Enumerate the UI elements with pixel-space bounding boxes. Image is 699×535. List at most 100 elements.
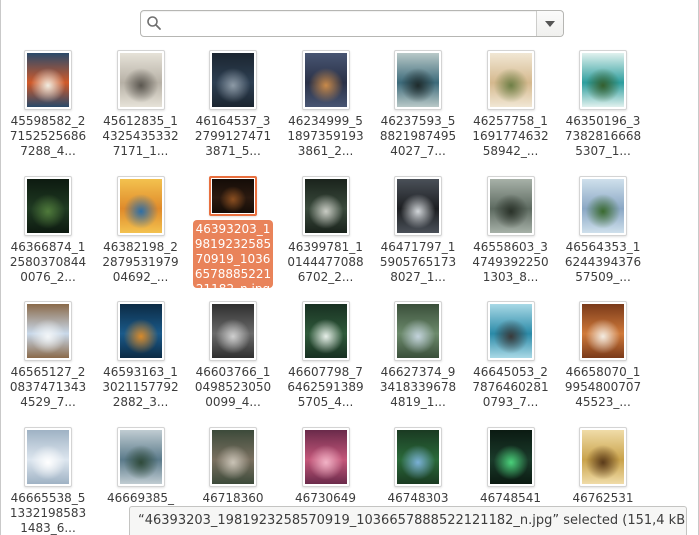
file-thumbnail (116, 175, 165, 236)
chevron-down-icon (545, 20, 555, 27)
search-dropdown-button[interactable] (536, 11, 563, 36)
file-item[interactable]: 46393203_1981923258570919_10366578885221… (188, 170, 278, 288)
file-name-label: 46366874_125803708440076_2... (9, 239, 87, 284)
file-thumbnail (116, 426, 165, 487)
thumbnail-image (212, 178, 254, 214)
file-item[interactable]: 46164537_327991274713871_5... (188, 44, 278, 162)
file-name-label: 46593163_130211577922882_3... (102, 365, 179, 409)
file-item[interactable]: 46558603_347493922501303_8... (466, 170, 556, 288)
file-item[interactable]: 46399781_101444770886702_2... (281, 170, 371, 288)
thumbnail-image (582, 178, 624, 233)
thumbnail-image (119, 178, 162, 233)
file-name-label: 46565127_208374713434529_7... (9, 365, 87, 409)
file-item[interactable]: 46366874_125803708440076_2... (3, 170, 93, 288)
file-item[interactable]: 46645053_278764602810793_7... (466, 295, 556, 413)
file-item[interactable]: 46627374_934183396784819_1... (373, 295, 463, 413)
thumbnail-image (582, 53, 624, 107)
file-item[interactable]: 46564353_1624439437657509_... (558, 170, 648, 288)
file-thumbnail (486, 50, 535, 110)
file-thumbnail (486, 426, 535, 487)
file-name-label: 46603766_104985230500099_4... (194, 365, 272, 409)
file-chooser-window: 45598582_271525256867288_4... 45612835_14… (0, 0, 699, 535)
file-thumbnail (301, 426, 350, 487)
file-name-label: 46350196_373828166685307_1... (564, 114, 642, 158)
file-thumbnail (394, 301, 442, 361)
thumbnail-image (212, 429, 254, 484)
selection-status-text: “46393203_1981923258570919_1036657888522… (138, 513, 687, 528)
file-name-label: 46607798_764625913895705_4... (287, 365, 364, 409)
file-name-label: 46257758_1169177463258942_... (472, 114, 549, 158)
file-thumbnail (394, 426, 442, 487)
file-name-label: 46237593_588219874954027_7... (379, 114, 457, 158)
thumbnail-image (489, 429, 532, 484)
thumbnail-image (582, 304, 624, 358)
file-thumbnail (116, 301, 165, 361)
file-item[interactable]: 45598582_271525256867288_4... (3, 44, 93, 162)
thumbnail-image (119, 429, 162, 484)
file-item[interactable]: 46382198_2287953197904692_... (96, 170, 186, 288)
file-thumbnail (579, 175, 627, 236)
selection-status-bar: “46393203_1981923258570919_1036657888522… (129, 506, 687, 535)
thumbnail-image (489, 53, 532, 107)
file-item[interactable]: 46665538_513321985831483_6... (3, 421, 93, 535)
file-thumbnail (579, 301, 627, 361)
file-name-label: 46645053_278764602810793_7... (472, 365, 549, 409)
file-item[interactable]: 46593163_130211577922882_3... (96, 295, 186, 413)
file-thumbnail (24, 301, 72, 361)
file-item[interactable]: 46658070_1995480070745523_... (558, 295, 648, 413)
thumbnail-image (27, 178, 69, 233)
file-thumbnail (394, 175, 442, 236)
file-item[interactable]: 46565127_208374713434529_7... (3, 295, 93, 413)
thumbnail-image (582, 429, 624, 484)
file-thumbnail (301, 50, 350, 110)
thumbnail-image (119, 304, 162, 358)
thumbnail-image (304, 304, 347, 358)
search-input[interactable] (167, 11, 537, 36)
thumbnail-image (489, 304, 532, 358)
file-name-label: 46164537_327991274713871_5... (194, 114, 272, 158)
file-thumbnail (301, 301, 350, 361)
file-thumbnail (116, 50, 165, 110)
file-item[interactable]: 46603766_104985230500099_4... (188, 295, 278, 413)
file-item[interactable]: 46234999_518973591933861_2... (281, 44, 371, 162)
file-name-label: 46564353_1624439437657509_... (564, 239, 642, 284)
file-thumbnail (486, 301, 535, 361)
file-name-label: 46558603_347493922501303_8... (472, 239, 549, 284)
file-name-label: 45598582_271525256867288_4... (9, 114, 87, 158)
thumbnail-image (304, 429, 347, 484)
file-item[interactable]: 46607798_764625913895705_4... (281, 295, 371, 413)
file-item[interactable]: 46471797_159057651738027_1... (373, 170, 463, 288)
thumbnail-image (212, 304, 254, 358)
file-name-label: 46382198_2287953197904692_... (102, 239, 179, 284)
file-icon-grid: 45598582_271525256867288_4... 45612835_14… (1, 44, 698, 535)
file-name-label: 46627374_934183396784819_1... (379, 365, 457, 409)
file-thumbnail (394, 50, 442, 110)
thumbnail-image (27, 429, 69, 484)
file-name-label: 45612835_143254353327171_1... (102, 114, 179, 158)
thumbnail-image (397, 53, 439, 107)
file-item[interactable]: 46350196_373828166685307_1... (558, 44, 648, 162)
thumbnail-image (397, 304, 439, 358)
file-thumbnail (579, 50, 627, 110)
thumbnail-image (27, 304, 69, 358)
thumbnail-image (27, 53, 69, 107)
file-name-label: 46393203_1981923258570919_10366578885221… (193, 220, 273, 288)
file-thumbnail (579, 426, 627, 487)
file-thumbnail (24, 50, 72, 110)
thumbnail-image (212, 53, 254, 107)
file-name-label: 46665538_513321985831483_6... (9, 490, 87, 535)
file-thumbnail (209, 426, 257, 487)
file-item[interactable]: 45612835_143254353327171_1... (96, 44, 186, 162)
search-icon (146, 15, 162, 31)
file-thumbnail (24, 426, 72, 487)
file-thumbnail (301, 175, 350, 236)
thumbnail-image (397, 429, 439, 484)
thumbnail-image (304, 53, 347, 107)
file-thumbnail (209, 175, 257, 217)
file-item[interactable]: 46257758_1169177463258942_... (466, 44, 556, 162)
search-combobox[interactable] (140, 10, 564, 37)
file-item[interactable]: 46237593_588219874954027_7... (373, 44, 463, 162)
file-thumbnail (24, 175, 72, 236)
file-name-label: 46658070_1995480070745523_... (564, 365, 642, 409)
file-thumbnail (209, 50, 257, 110)
